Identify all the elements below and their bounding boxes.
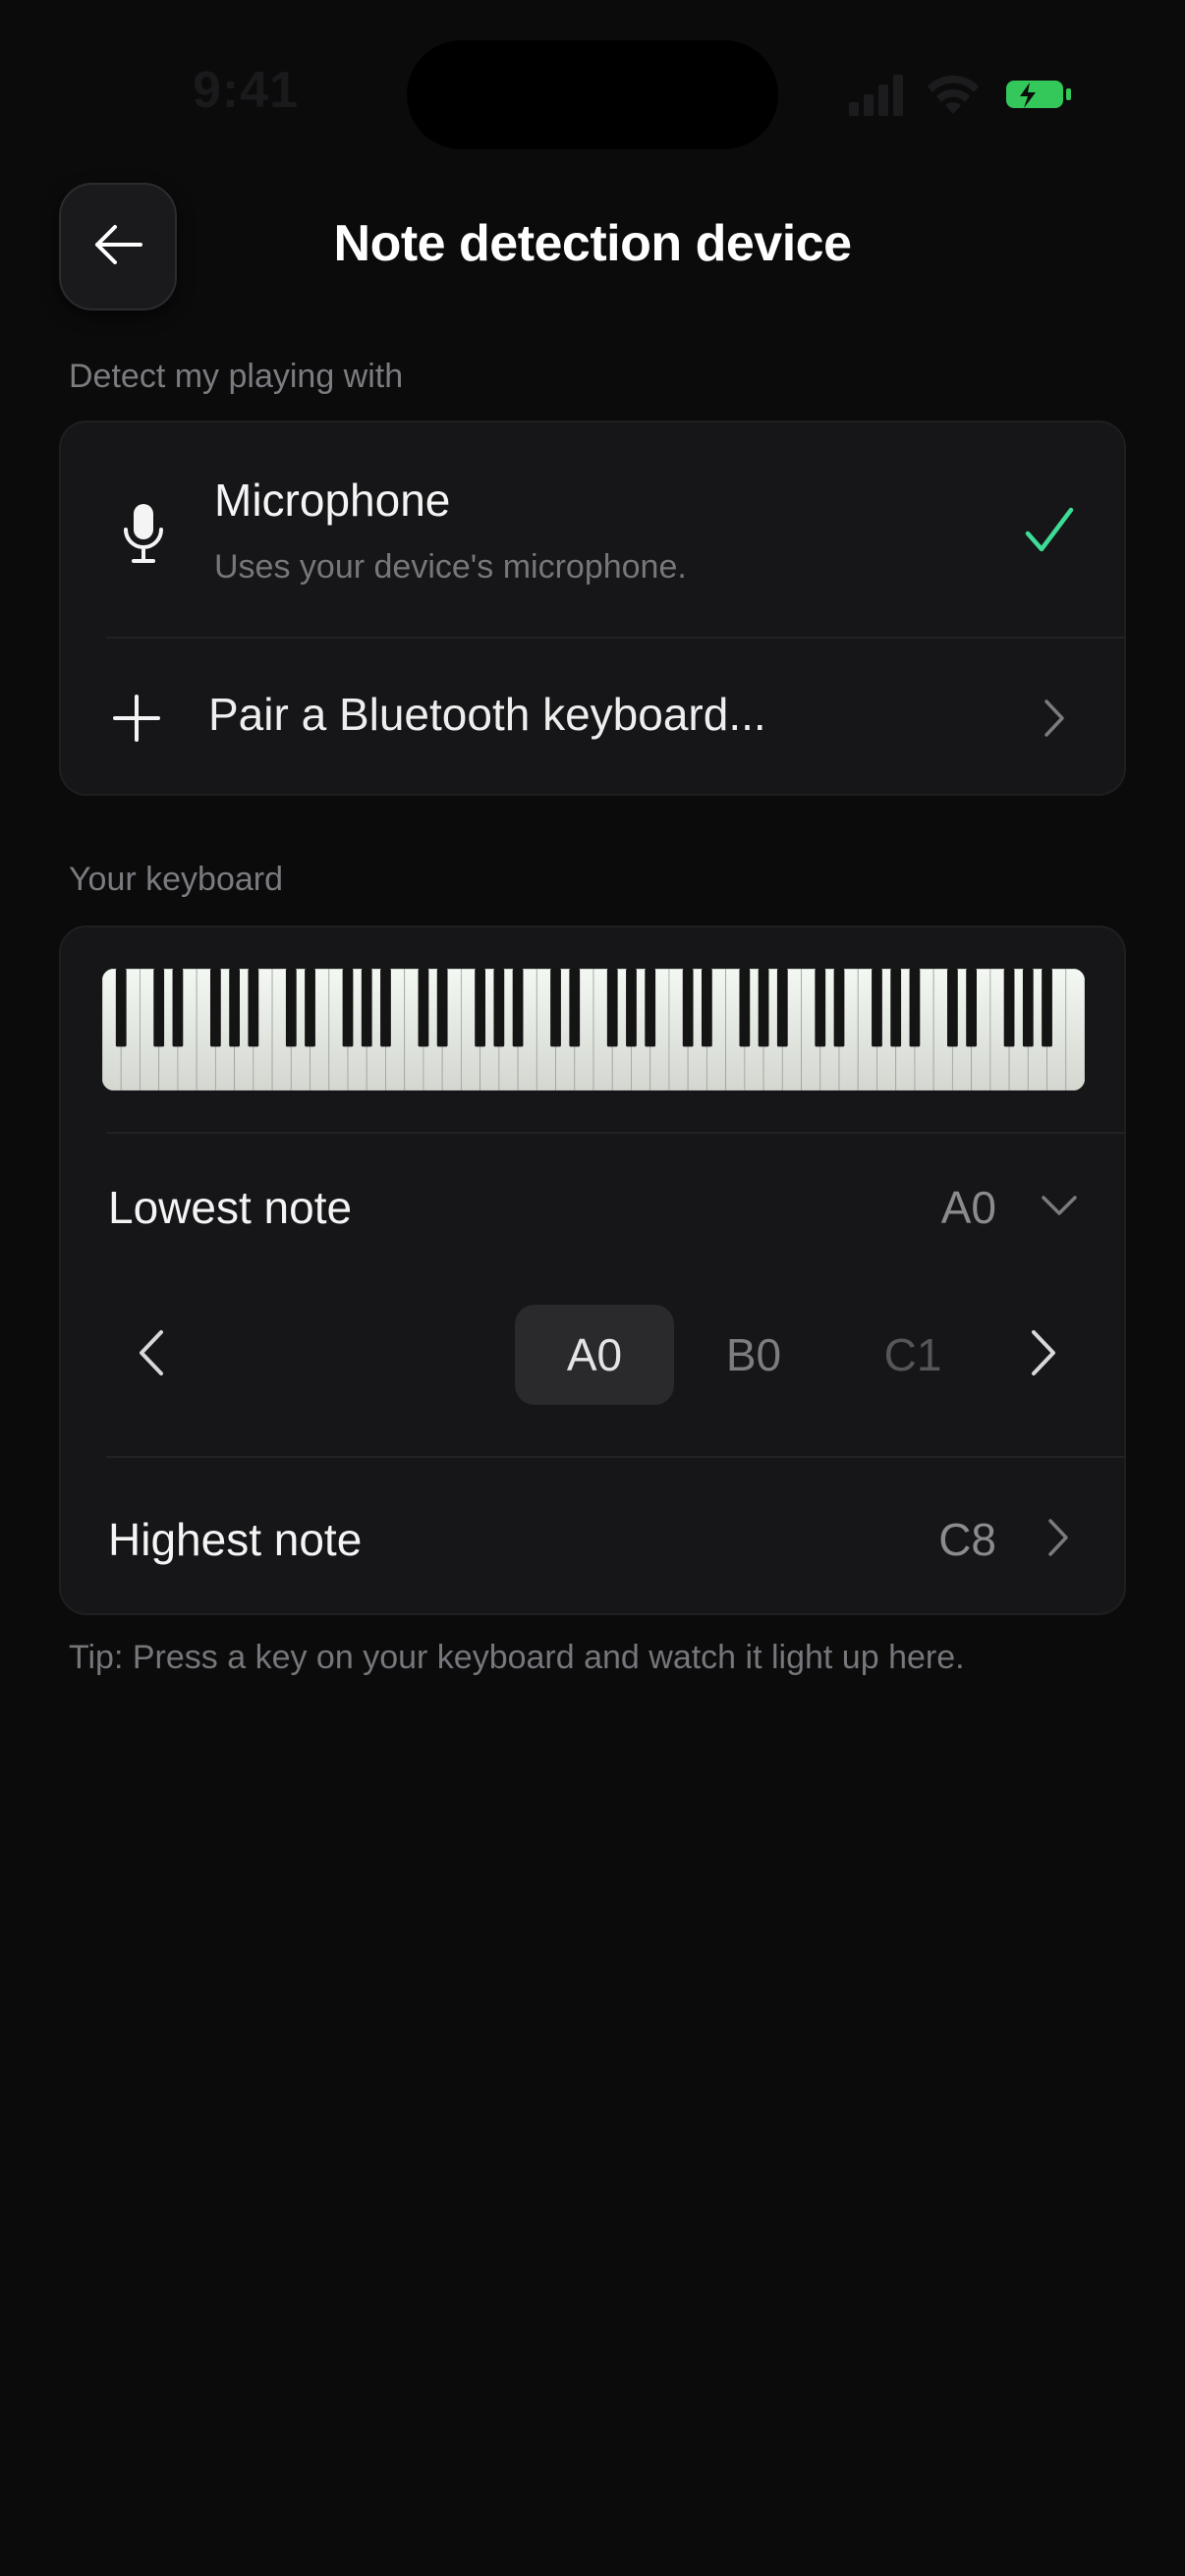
piano-black-key: [909, 969, 921, 1047]
piano-black-key: [475, 969, 485, 1047]
tip-text: Tip: Press a key on your keyboard and wa…: [69, 1639, 965, 1676]
piano-black-key: [758, 969, 769, 1047]
keyboard-section-label: Your keyboard: [69, 861, 284, 898]
piano-black-key: [380, 969, 391, 1047]
chevron-down-icon: [1038, 1191, 1081, 1220]
piano-keyboard: [102, 969, 1085, 1091]
piano-black-key: [153, 969, 165, 1047]
piano-black-key: [682, 969, 694, 1047]
piano-black-key: [872, 969, 882, 1047]
piano-black-key: [1003, 969, 1015, 1047]
piano-black-key: [210, 969, 221, 1047]
piano-black-key: [361, 969, 372, 1047]
piano-black-key: [550, 969, 561, 1047]
piano-black-key: [626, 969, 637, 1047]
piano-black-key: [1022, 969, 1034, 1047]
piano-black-key: [606, 969, 618, 1047]
piano-black-key: [436, 969, 448, 1047]
piano-black-key: [115, 969, 127, 1047]
piano-black-key: [815, 969, 826, 1047]
piano-black-key: [285, 969, 297, 1047]
piano-black-key: [305, 969, 315, 1047]
pair-bluetooth-option[interactable]: Pair a Bluetooth keyboard...: [61, 639, 1124, 794]
highest-note-row[interactable]: Highest note C8: [61, 1458, 1124, 1613]
piano-black-key: [966, 969, 977, 1047]
piano-black-key: [418, 969, 429, 1047]
piano-keys: [102, 969, 1085, 1091]
highest-note-label: Highest note: [108, 1514, 363, 1565]
piano-white-key: [1065, 969, 1085, 1091]
piano-black-key: [172, 969, 184, 1047]
piano-black-key: [947, 969, 958, 1047]
lowest-note-value: A0: [940, 1182, 996, 1233]
pair-bluetooth-label: Pair a Bluetooth keyboard...: [208, 689, 766, 740]
piano-black-key: [739, 969, 751, 1047]
piano-black-key: [569, 969, 581, 1047]
microphone-icon: [112, 499, 175, 568]
status-icons: [847, 71, 1083, 120]
detect-section-label: Detect my playing with: [69, 358, 404, 395]
picker-previous-button[interactable]: [124, 1318, 179, 1391]
piano-black-key: [512, 969, 524, 1047]
highest-note-value: C8: [938, 1514, 996, 1565]
chevron-right-icon: [1030, 1328, 1057, 1382]
piano-black-key: [493, 969, 505, 1047]
piano-black-key: [645, 969, 656, 1047]
chevron-right-icon: [1040, 696, 1069, 741]
checkmark-icon: [1022, 505, 1077, 556]
lowest-note-row[interactable]: Lowest note A0: [61, 1134, 1124, 1252]
lowest-note-label: Lowest note: [108, 1182, 353, 1233]
chevron-left-icon: [138, 1328, 165, 1382]
picker-option[interactable]: C1: [833, 1305, 992, 1405]
keyboard-card: Lowest note A0 A0 B0 C1 Highest note C8: [59, 925, 1126, 1615]
microphone-option[interactable]: Microphone Uses your device's microphone…: [61, 422, 1124, 637]
battery-icon: [1006, 81, 1071, 108]
page-title: Note detection device: [333, 215, 852, 272]
picker-option[interactable]: B0: [674, 1305, 833, 1405]
wifi-icon: [928, 75, 979, 114]
chevron-right-icon: [1044, 1515, 1073, 1560]
picker-next-button[interactable]: [1016, 1318, 1071, 1391]
microphone-title: Microphone: [214, 475, 451, 526]
picker-option-selected[interactable]: A0: [515, 1305, 674, 1405]
piano-black-key: [248, 969, 259, 1047]
piano-black-key: [229, 969, 240, 1047]
status-bar: 9:41: [0, 0, 1185, 187]
piano-black-key: [833, 969, 845, 1047]
detection-card: Microphone Uses your device's microphone…: [59, 420, 1126, 796]
microphone-subtitle: Uses your device's microphone.: [214, 548, 687, 586]
piano-black-key: [702, 969, 712, 1047]
piano-black-key: [342, 969, 354, 1047]
plus-icon: [110, 692, 163, 745]
cellular-signal-icon: [849, 75, 903, 116]
status-time: 9:41: [192, 62, 300, 119]
piano-black-key: [890, 969, 902, 1047]
piano-black-key: [1042, 969, 1052, 1047]
dynamic-island: [407, 40, 778, 149]
piano-black-key: [776, 969, 788, 1047]
